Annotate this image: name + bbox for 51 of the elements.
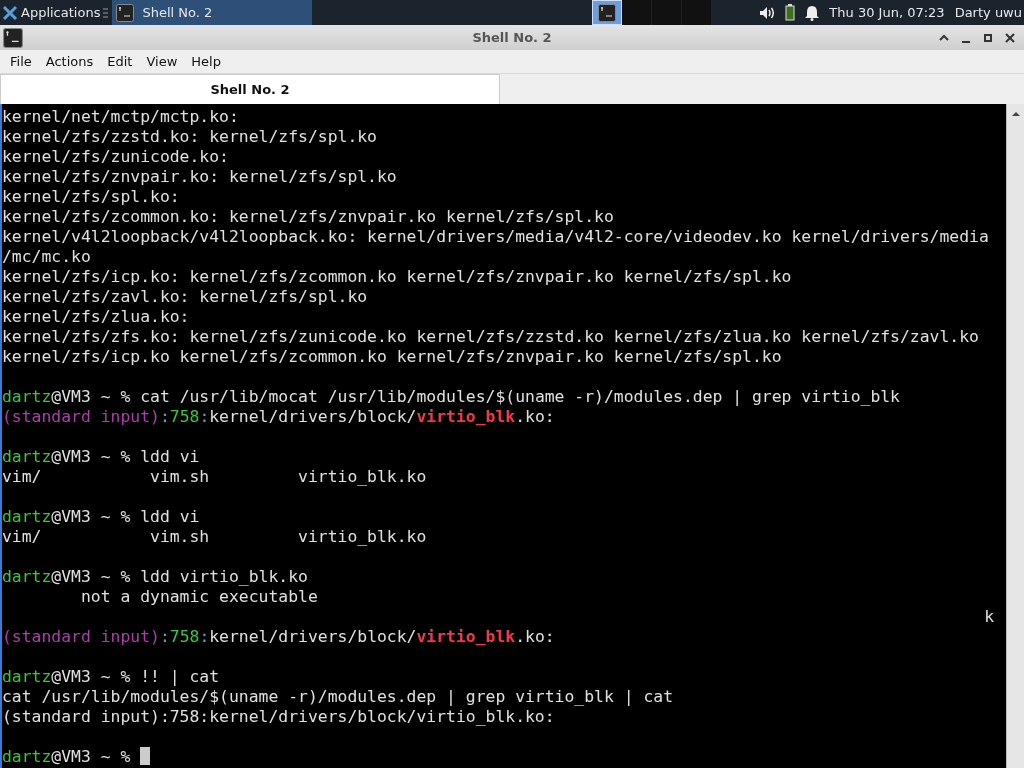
menu-item[interactable]: File [3, 54, 39, 69]
terminal-icon [116, 3, 135, 22]
terminal-line: kernel/zfs/icp.ko: kernel/zfs/zcommon.ko kernel/zfs/znvpair.ko kernel/zfs/spl.ko [2, 267, 792, 286]
battery-icon[interactable] [785, 4, 796, 21]
volume-icon[interactable] [759, 5, 776, 20]
terminal-icon [598, 3, 617, 22]
terminal-line: cat /usr/lib/modules/$(uname -r)/modules.dep | grep virtio_blk | cat [2, 687, 674, 706]
maximize-icon[interactable] [982, 31, 994, 44]
tab[interactable]: Shell No. 2 [0, 74, 500, 104]
terminal-text: k [984, 607, 994, 626]
terminal-line: kernel/zfs/spl.ko: [2, 187, 180, 206]
close-icon[interactable] [1004, 31, 1016, 44]
menu-item[interactable]: Edit [100, 54, 140, 69]
terminal-line: vim/ vim.sh virtio_blk.ko [2, 527, 427, 546]
bell-icon[interactable] [805, 4, 820, 21]
menu-item[interactable]: View [139, 54, 185, 69]
terminal-line: /mc/mc.ko [2, 247, 91, 266]
terminal-line: kernel/zfs/zcommon.ko: kernel/zfs/znvpair.ko kernel/zfs/spl.ko [2, 207, 614, 226]
shell-prompt: dartz@VM3 ~ % [2, 747, 132, 767]
text-cursor [140, 747, 151, 765]
terminal-line: kernel/v4l2loopback/v4l2loopback.ko: kernel/drivers/media/v4l2-core/videodev.ko kernel/drivers/media [2, 227, 989, 246]
terminal-line: dartz@VM3 ~ % ldd virtio_blk.ko [2, 567, 308, 586]
terminal-line: dartz@VM3 ~ % !! | cat [2, 667, 220, 686]
taskbar-button[interactable]: Shell No. 2 [112, 0, 313, 25]
applications-menu[interactable]: Applications [21, 5, 101, 20]
terminal-line: vim/ vim.sh virtio_blk.ko [2, 467, 427, 486]
terminal-line: kernel/zfs/znvpair.ko: kernel/zfs/spl.ko [2, 167, 397, 186]
terminal-line: dartz@VM3 ~ % cat /usr/lib/mocat /usr/lib/modules/$(uname -r)/modules.dep | grep virtio_blk [2, 387, 900, 406]
terminal-line: (standard input):758:kernel/drivers/block/virtio_blk.ko: [2, 407, 555, 426]
terminal-line: kernel/zfs/zunicode.ko: [2, 147, 229, 166]
terminal-line: dartz@VM3 ~ % ldd vi [2, 507, 200, 526]
terminal-line: kernel/zfs/zlua.ko: [2, 307, 190, 326]
user-name[interactable]: Darty uwu [954, 5, 1022, 20]
terminal-line: kernel/zfs/zfs.ko: kernel/zfs/zunicode.ko kernel/zfs/zzstd.ko kernel/zfs/zlua.ko kernel/zfs/zavl.ko [2, 327, 979, 346]
clock[interactable]: Thu 30 Jun, 07:23 [829, 5, 945, 20]
terminal-line: kernel/zfs/zzstd.ko: kernel/zfs/spl.ko [2, 127, 377, 146]
terminal-line: kernel/net/mctp/mctp.ko: [2, 107, 239, 126]
terminal-icon [3, 27, 23, 48]
menu-icon [103, 7, 109, 18]
window-title: Shell No. 2 [472, 30, 552, 45]
menu-item[interactable]: Actions [38, 54, 101, 69]
terminal-line: kernel/zfs/icp.ko kernel/zfs/zcommon.ko kernel/zfs/znvpair.ko kernel/zfs/spl.ko [2, 347, 782, 366]
terminal-line: not a dynamic executable [79, 587, 318, 606]
terminal-line: (standard input):758:kernel/drivers/block/virtio_blk.ko: [2, 707, 555, 726]
x-logo-icon[interactable] [2, 4, 18, 21]
menu-item[interactable]: Help [184, 54, 228, 69]
scroll-up-icon[interactable] [1010, 110, 1021, 118]
terminal-line: dartz@VM3 ~ % ldd vi [2, 447, 200, 466]
scrollbar[interactable] [1006, 104, 1024, 768]
terminal-line: kernel/zfs/zavl.ko: kernel/zfs/spl.ko [2, 287, 368, 306]
terminal-line: (standard input):758:kernel/drivers/block/virtio_blk.ko: [2, 627, 555, 646]
